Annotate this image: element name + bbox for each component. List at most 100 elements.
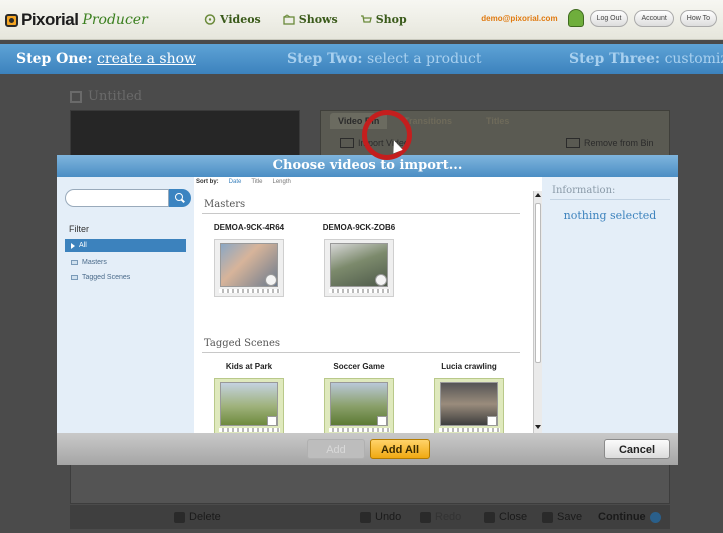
scroll-down-arrow-icon[interactable] bbox=[534, 423, 542, 432]
save-button[interactable]: Save bbox=[542, 511, 582, 523]
video-clip-item[interactable]: DEMOA-9CK-4R64 bbox=[206, 223, 292, 303]
clip-name: DEMOA-9CK-ZOB6 bbox=[322, 223, 396, 232]
filter-pane: Filter All Masters Tagged Scenes bbox=[57, 177, 194, 433]
step-three-subtitle: customize bbox=[664, 51, 723, 67]
select-checkbox[interactable] bbox=[377, 416, 387, 426]
video-clip-item[interactable]: Soccer Game bbox=[316, 362, 402, 433]
sort-by-date[interactable]: Date bbox=[229, 179, 242, 185]
save-icon bbox=[542, 511, 553, 523]
account-button[interactable]: Account bbox=[634, 9, 674, 27]
select-circle-icon[interactable] bbox=[265, 274, 277, 286]
redo-button[interactable]: Redo bbox=[420, 511, 461, 523]
step-two-link[interactable]: Step Two: select a product bbox=[287, 51, 482, 67]
step-three-title: Step Three: bbox=[569, 51, 661, 67]
dialog-body: Filter All Masters Tagged Scenes Sort by… bbox=[57, 177, 678, 433]
select-checkbox[interactable] bbox=[267, 416, 277, 426]
filmstrip-decoration bbox=[219, 289, 280, 293]
step-two-title: Step Two: bbox=[287, 51, 363, 67]
filmstrip-decoration bbox=[329, 428, 390, 432]
video-list-scrollbar[interactable] bbox=[533, 191, 542, 433]
folder-icon bbox=[71, 260, 78, 265]
nav-videos-label: Videos bbox=[220, 13, 261, 26]
user-email-link[interactable]: demo@pixorial.com bbox=[481, 14, 557, 23]
remove-icon bbox=[566, 138, 580, 148]
remove-from-bin-button[interactable]: Remove from Bin bbox=[566, 138, 654, 148]
filter-all[interactable]: All bbox=[65, 239, 186, 252]
clip-name: Lucia crawling bbox=[441, 362, 497, 371]
add-all-button[interactable]: Add All bbox=[370, 439, 430, 459]
import-icon bbox=[340, 138, 354, 148]
step-one-link[interactable]: Step One: create a show bbox=[16, 51, 196, 67]
nav-videos[interactable]: Videos bbox=[198, 10, 267, 29]
step-three-link[interactable]: Step Three: customize bbox=[569, 51, 723, 67]
pixorial-logo[interactable]: Pixorial Producer bbox=[5, 9, 148, 31]
masters-section-title: Masters bbox=[204, 199, 246, 210]
steps-bar: Step One: create a show Step Two: select… bbox=[0, 44, 723, 74]
project-title-text: Untitled bbox=[88, 89, 143, 104]
video-clip-item[interactable]: DEMOA-9CK-ZOB6 bbox=[316, 223, 402, 303]
folder-icon bbox=[71, 275, 78, 280]
cancel-button[interactable]: Cancel bbox=[604, 439, 670, 459]
click-highlight-ring bbox=[362, 110, 412, 160]
close-button[interactable]: Close bbox=[484, 511, 527, 523]
video-clip-item[interactable]: Kids at Park bbox=[206, 362, 292, 433]
undo-button[interactable]: Undo bbox=[360, 511, 401, 523]
close-label: Close bbox=[499, 511, 528, 523]
clip-thumbnail-frame bbox=[214, 239, 284, 297]
folder-icon bbox=[283, 14, 295, 25]
add-button[interactable]: Add bbox=[307, 439, 365, 459]
search-icon[interactable] bbox=[169, 189, 191, 207]
search-input[interactable] bbox=[65, 189, 169, 207]
filmstrip-decoration bbox=[329, 289, 390, 293]
logout-button[interactable]: Log Out bbox=[589, 9, 629, 27]
timeline-area bbox=[70, 464, 670, 504]
logo-text: Pixorial bbox=[21, 10, 79, 29]
user-avatar-icon[interactable] bbox=[567, 9, 584, 27]
logo-product-name: Producer bbox=[82, 12, 148, 28]
video-preview bbox=[70, 110, 300, 158]
redo-label: Redo bbox=[435, 511, 462, 523]
how-to-button[interactable]: How To bbox=[679, 9, 717, 27]
remove-from-bin-label: Remove from Bin bbox=[584, 138, 654, 148]
video-clip-item[interactable]: Lucia crawling bbox=[426, 362, 512, 433]
project-icon bbox=[70, 90, 82, 103]
arrow-right-icon bbox=[649, 511, 661, 523]
nav-shows-label: Shows bbox=[298, 13, 338, 26]
clip-name: Kids at Park bbox=[225, 362, 273, 371]
continue-label: Continue bbox=[598, 511, 646, 523]
filmstrip-decoration bbox=[219, 428, 280, 432]
dialog-footer: Add Add All Cancel bbox=[57, 433, 678, 465]
scroll-up-arrow-icon[interactable] bbox=[534, 191, 542, 200]
search-box bbox=[65, 189, 191, 207]
redo-icon bbox=[420, 511, 431, 523]
sort-row: Sort by: Date Title Length bbox=[196, 179, 291, 185]
filmstrip-decoration bbox=[439, 428, 500, 432]
undo-icon bbox=[360, 511, 371, 523]
select-checkbox[interactable] bbox=[487, 416, 497, 426]
filter-tagged-scenes[interactable]: Tagged Scenes bbox=[65, 271, 186, 284]
delete-label: Delete bbox=[189, 511, 221, 523]
clip-name: Soccer Game bbox=[333, 362, 385, 371]
film-reel-icon bbox=[204, 14, 216, 25]
scroll-thumb[interactable] bbox=[535, 203, 541, 363]
information-pane: Information: nothing selected bbox=[542, 177, 678, 433]
delete-button[interactable]: Delete bbox=[174, 511, 221, 523]
filter-masters[interactable]: Masters bbox=[65, 256, 186, 269]
video-list-pane: Sort by: Date Title Length Masters DEMOA… bbox=[194, 177, 542, 433]
sort-by-title[interactable]: Title bbox=[251, 179, 262, 185]
save-label: Save bbox=[557, 511, 583, 523]
select-circle-icon[interactable] bbox=[375, 274, 387, 286]
divider bbox=[550, 199, 670, 200]
clip-thumbnail-frame bbox=[324, 378, 394, 433]
sort-label: Sort by: bbox=[196, 179, 219, 185]
tab-titles[interactable]: Titles bbox=[478, 113, 517, 129]
dialog-title: Choose videos to import... bbox=[57, 155, 678, 177]
nav-shows[interactable]: Shows bbox=[277, 10, 344, 29]
continue-button[interactable]: Continue bbox=[598, 511, 661, 523]
clip-name: DEMOA-9CK-4R64 bbox=[213, 223, 285, 232]
tagged-scenes-section-title: Tagged Scenes bbox=[204, 338, 281, 349]
project-title[interactable]: Untitled bbox=[70, 89, 142, 104]
nav-shop[interactable]: Shop bbox=[354, 10, 413, 29]
sort-by-length[interactable]: Length bbox=[272, 179, 290, 185]
information-value: nothing selected bbox=[563, 209, 657, 222]
